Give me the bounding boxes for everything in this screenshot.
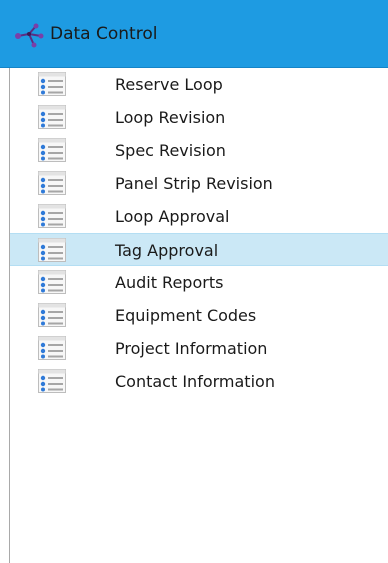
nav-item-label: Panel Strip Revision [115, 174, 273, 193]
list-icon [38, 138, 66, 162]
nav-item-spec-revision[interactable]: Spec Revision [10, 134, 388, 167]
network-icon [15, 23, 44, 48]
nav-item-label: Loop Revision [115, 108, 226, 127]
nav-item-panel-strip-revision[interactable]: Panel Strip Revision [10, 167, 388, 200]
nav-item-label: Audit Reports [115, 273, 224, 292]
nav-item-project-information[interactable]: Project Information [10, 332, 388, 365]
nav-item-label: Project Information [115, 339, 268, 358]
nav-item-label: Spec Revision [115, 141, 226, 160]
nav-item-equipment-codes[interactable]: Equipment Codes [10, 299, 388, 332]
panel-title: Data Control [50, 24, 158, 44]
list-icon [38, 238, 66, 262]
list-icon [38, 72, 66, 96]
panel-header[interactable]: Data Control [0, 0, 388, 68]
nav-item-audit-reports[interactable]: Audit Reports [10, 266, 388, 299]
list-icon [38, 270, 66, 294]
list-icon [38, 336, 66, 360]
nav-item-contact-information[interactable]: Contact Information [10, 365, 388, 398]
list-icon [38, 204, 66, 228]
nav-item-label: Loop Approval [115, 207, 230, 226]
nav-item-tag-approval[interactable]: Tag Approval [10, 233, 388, 266]
nav-item-reserve-loop[interactable]: Reserve Loop [10, 68, 388, 101]
nav-item-label: Reserve Loop [115, 75, 223, 94]
list-icon [38, 171, 66, 195]
list-icon [38, 105, 66, 129]
nav-item-loop-revision[interactable]: Loop Revision [10, 101, 388, 134]
list-icon [38, 303, 66, 327]
nav-item-label: Contact Information [115, 372, 275, 391]
nav-item-label: Equipment Codes [115, 306, 257, 325]
list-icon [38, 369, 66, 393]
nav-item-loop-approval[interactable]: Loop Approval [10, 200, 388, 233]
nav-item-label: Tag Approval [115, 241, 219, 260]
